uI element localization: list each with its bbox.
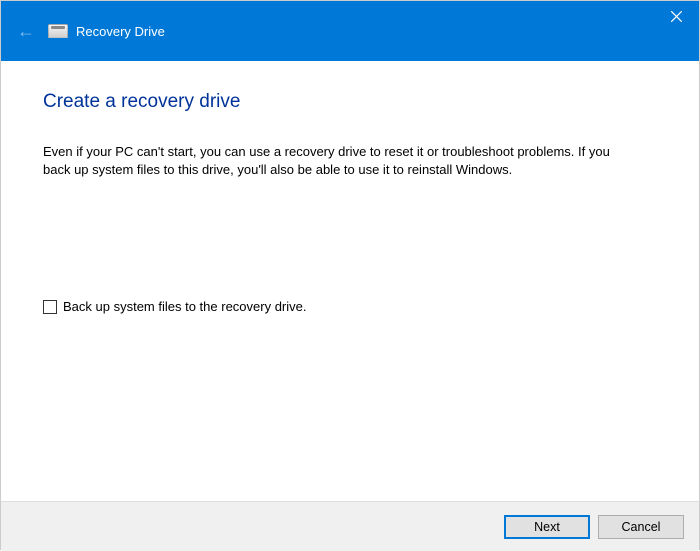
checkbox-label[interactable]: Back up system files to the recovery dri… xyxy=(63,299,306,314)
footer-button-bar: Next Cancel xyxy=(1,501,699,551)
back-arrow-icon: ← xyxy=(17,21,35,42)
close-icon xyxy=(671,11,682,22)
description-text: Even if your PC can't start, you can use… xyxy=(43,143,623,179)
drive-icon xyxy=(48,24,68,38)
content-area: Create a recovery drive Even if your PC … xyxy=(1,61,699,501)
page-heading: Create a recovery drive xyxy=(43,91,657,113)
checkbox-row: Back up system files to the recovery dri… xyxy=(43,299,657,314)
titlebar: ← Recovery Drive xyxy=(1,1,699,61)
backup-checkbox[interactable] xyxy=(43,300,57,314)
cancel-button[interactable]: Cancel xyxy=(598,515,684,539)
next-button[interactable]: Next xyxy=(504,515,590,539)
close-button[interactable] xyxy=(654,1,699,31)
back-button[interactable]: ← xyxy=(6,11,46,51)
window-title: Recovery Drive xyxy=(76,24,165,39)
